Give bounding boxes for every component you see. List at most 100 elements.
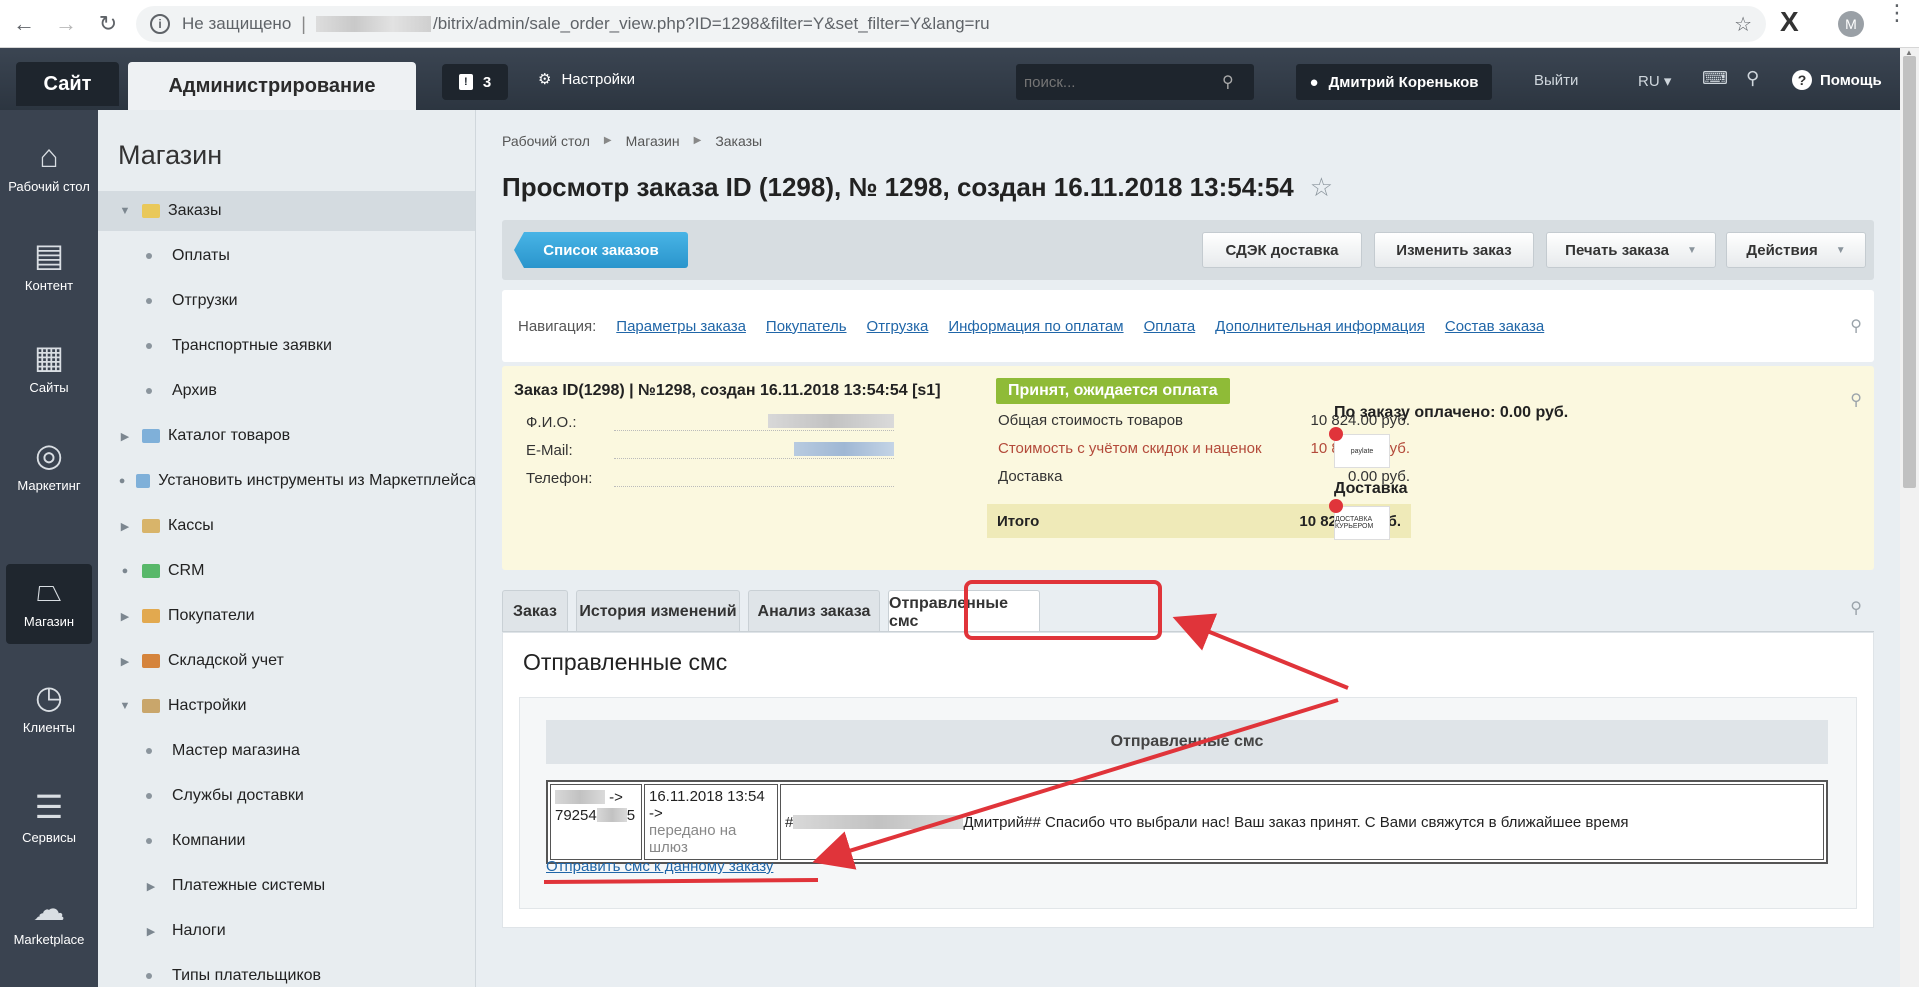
notification-count: 3 xyxy=(482,73,492,91)
rail-item-services[interactable]: ☰ Сервисы xyxy=(6,788,92,868)
expanded-arrow-icon[interactable]: ▼ xyxy=(112,205,138,217)
help-button[interactable]: ? Помощь xyxy=(1792,70,1882,90)
fio-label: Ф.И.О.: xyxy=(526,414,577,431)
paylate-logo[interactable]: paylate xyxy=(1329,427,1390,468)
menu-item-warehouse[interactable]: ▶ Складской учет xyxy=(98,641,475,681)
bullet-icon xyxy=(146,343,152,349)
pin-icon[interactable]: ⚲ xyxy=(1850,316,1862,336)
keyboard-icon[interactable]: ⌨ xyxy=(1702,68,1728,89)
menu-item-companies[interactable]: Компании xyxy=(98,821,475,861)
sms-date: 16.11.2018 13:54 -> xyxy=(649,788,765,822)
blurred-sender xyxy=(555,790,605,804)
rail-item-marketing[interactable]: ◎ Маркетинг xyxy=(6,436,92,526)
paylate-logo-text: paylate xyxy=(1350,447,1374,455)
reload-icon[interactable]: ↻ xyxy=(90,6,126,42)
search-input[interactable] xyxy=(1016,73,1216,91)
basket-icon: ⏢ xyxy=(36,572,62,608)
delivery-side-label: Доставка xyxy=(1334,480,1408,497)
rail-item-sites[interactable]: ▦ Сайты xyxy=(6,338,92,418)
courier-delivery-logo[interactable]: ДОСТАВКА КУРЬЕРОМ xyxy=(1329,499,1390,540)
nav-link-order-contents[interactable]: Состав заказа xyxy=(1445,318,1544,335)
menu-item-marketplace-tools[interactable]: ● Установить инструменты из Маркетплейса xyxy=(98,461,475,501)
gear-icon: ⚙ xyxy=(538,71,552,88)
favorite-star-icon[interactable]: ☆ xyxy=(1310,172,1333,203)
nav-link-buyer[interactable]: Покупатель xyxy=(766,318,847,335)
menu-item-label: Платежные системы xyxy=(172,877,326,894)
collapsed-arrow-icon[interactable]: ▶ xyxy=(112,655,138,668)
collapsed-arrow-icon[interactable]: ▶ xyxy=(112,610,138,623)
tab-history[interactable]: История изменений xyxy=(576,590,740,632)
edit-order-button[interactable]: Изменить заказ xyxy=(1374,232,1534,268)
menu-item-payer-types[interactable]: Типы плательщиков xyxy=(98,956,475,987)
tab-sent-sms[interactable]: Отправленные смс xyxy=(888,590,1040,634)
pin-icon[interactable]: ⚲ xyxy=(1850,598,1862,618)
menu-item-archive[interactable]: Архив xyxy=(98,371,475,411)
courier-logo-text: ДОСТАВКА КУРЬЕРОМ xyxy=(1335,516,1374,530)
breadcrumb-item[interactable]: Магазин xyxy=(626,133,680,149)
breadcrumb-item[interactable]: Рабочий стол xyxy=(502,133,590,149)
browser-menu-icon[interactable]: ⋮ xyxy=(1886,2,1908,24)
collapsed-arrow-icon[interactable]: ▶ xyxy=(138,880,164,893)
nav-link-shipment[interactable]: Отгрузка xyxy=(867,318,929,335)
bookmark-star-icon[interactable]: ☆ xyxy=(1734,12,1752,37)
collapsed-arrow-icon[interactable]: ▶ xyxy=(112,430,138,443)
nav-link-payment-info[interactable]: Информация по оплатам xyxy=(948,318,1123,335)
address-bar[interactable]: i Не защищено | /bitrix/admin/sale_order… xyxy=(136,6,1766,42)
info-icon[interactable]: i xyxy=(150,14,170,34)
rail-item-content[interactable]: ▤ Контент xyxy=(6,236,92,316)
menu-item-settings[interactable]: ▼ Настройки xyxy=(98,686,475,726)
rail-item-desktop[interactable]: ⌂ Рабочий стол xyxy=(6,138,92,224)
menu-item-shop-wizard[interactable]: Мастер магазина xyxy=(98,731,475,771)
menu-item-shipments[interactable]: Отгрузки xyxy=(98,281,475,321)
menu-item-payments[interactable]: Оплаты xyxy=(98,236,475,276)
menu-item-cashbox[interactable]: ▶ Кассы xyxy=(98,506,475,546)
menu-item-orders[interactable]: ▼ Заказы xyxy=(98,191,475,231)
menu-item-catalog[interactable]: ▶ Каталог товаров xyxy=(98,416,475,456)
red-dot-icon xyxy=(1329,499,1343,513)
admin-tab[interactable]: Администрирование xyxy=(128,62,416,110)
cdek-button[interactable]: СДЭК доставка xyxy=(1202,232,1362,268)
search-icon[interactable]: ⚲ xyxy=(1222,72,1234,92)
breadcrumb-item[interactable]: Заказы xyxy=(715,133,762,149)
actions-button[interactable]: Действия ▼ xyxy=(1726,232,1866,268)
rail-item-clients[interactable]: ◷ Клиенты xyxy=(6,678,92,758)
tab-analysis[interactable]: Анализ заказа xyxy=(748,590,880,632)
menu-item-customers[interactable]: ▶ Покупатели xyxy=(98,596,475,636)
back-icon[interactable]: ← xyxy=(6,6,42,42)
expanded-arrow-icon[interactable]: ▼ xyxy=(112,700,138,712)
settings-button[interactable]: ⚙ Настройки xyxy=(538,70,635,89)
rail-item-shop[interactable]: ⏢ Магазин xyxy=(6,564,92,644)
rail-item-marketplace[interactable]: ☁ Marketplace xyxy=(6,890,92,970)
pin-icon[interactable]: ⚲ xyxy=(1746,68,1759,89)
user-button[interactable]: ● Дмитрий Кореньков xyxy=(1296,64,1492,100)
menu-item-taxes[interactable]: ▶ Налоги xyxy=(98,911,475,951)
profile-avatar[interactable]: M xyxy=(1838,11,1864,37)
nav-link-additional-info[interactable]: Дополнительная информация xyxy=(1215,318,1425,335)
notifications-button[interactable]: ! 3 xyxy=(442,64,508,100)
pin-icon[interactable]: ⚲ xyxy=(1850,390,1862,410)
page-title-row: Просмотр заказа ID (1298), № 1298, созда… xyxy=(502,172,1333,203)
logout-link[interactable]: Выйти xyxy=(1534,72,1578,89)
layers-icon: ☰ xyxy=(34,789,64,825)
clients-24-icon: ◷ xyxy=(35,679,63,715)
order-toolbar: Список заказов СДЭК доставка Изменить за… xyxy=(502,220,1874,280)
tab-order[interactable]: Заказ xyxy=(502,590,568,632)
menu-item-delivery-services[interactable]: Службы доставки xyxy=(98,776,475,816)
nav-link-order-params[interactable]: Параметры заказа xyxy=(616,318,746,335)
forward-icon[interactable]: → xyxy=(48,6,84,42)
send-sms-link[interactable]: Отправить смс к данному заказу xyxy=(546,858,773,875)
menu-item-transport[interactable]: Транспортные заявки xyxy=(98,326,475,366)
menu-item-crm[interactable]: ● CRM xyxy=(98,551,475,591)
site-tab[interactable]: Сайт xyxy=(16,62,119,106)
language-selector[interactable]: RU ▾ xyxy=(1638,72,1671,90)
nav-link-payment[interactable]: Оплата xyxy=(1144,318,1196,335)
order-list-button[interactable]: Список заказов xyxy=(514,232,688,268)
scrollbar-thumb[interactable] xyxy=(1903,56,1916,488)
extension-icon[interactable]: X xyxy=(1780,6,1799,38)
email-blurred-value[interactable] xyxy=(794,442,894,456)
print-order-button[interactable]: Печать заказа ▼ xyxy=(1546,232,1716,268)
page-scrollbar[interactable]: ▲ xyxy=(1900,48,1919,987)
collapsed-arrow-icon[interactable]: ▶ xyxy=(138,925,164,938)
collapsed-arrow-icon[interactable]: ▶ xyxy=(112,520,138,533)
menu-item-payment-systems[interactable]: ▶ Платежные системы xyxy=(98,866,475,906)
